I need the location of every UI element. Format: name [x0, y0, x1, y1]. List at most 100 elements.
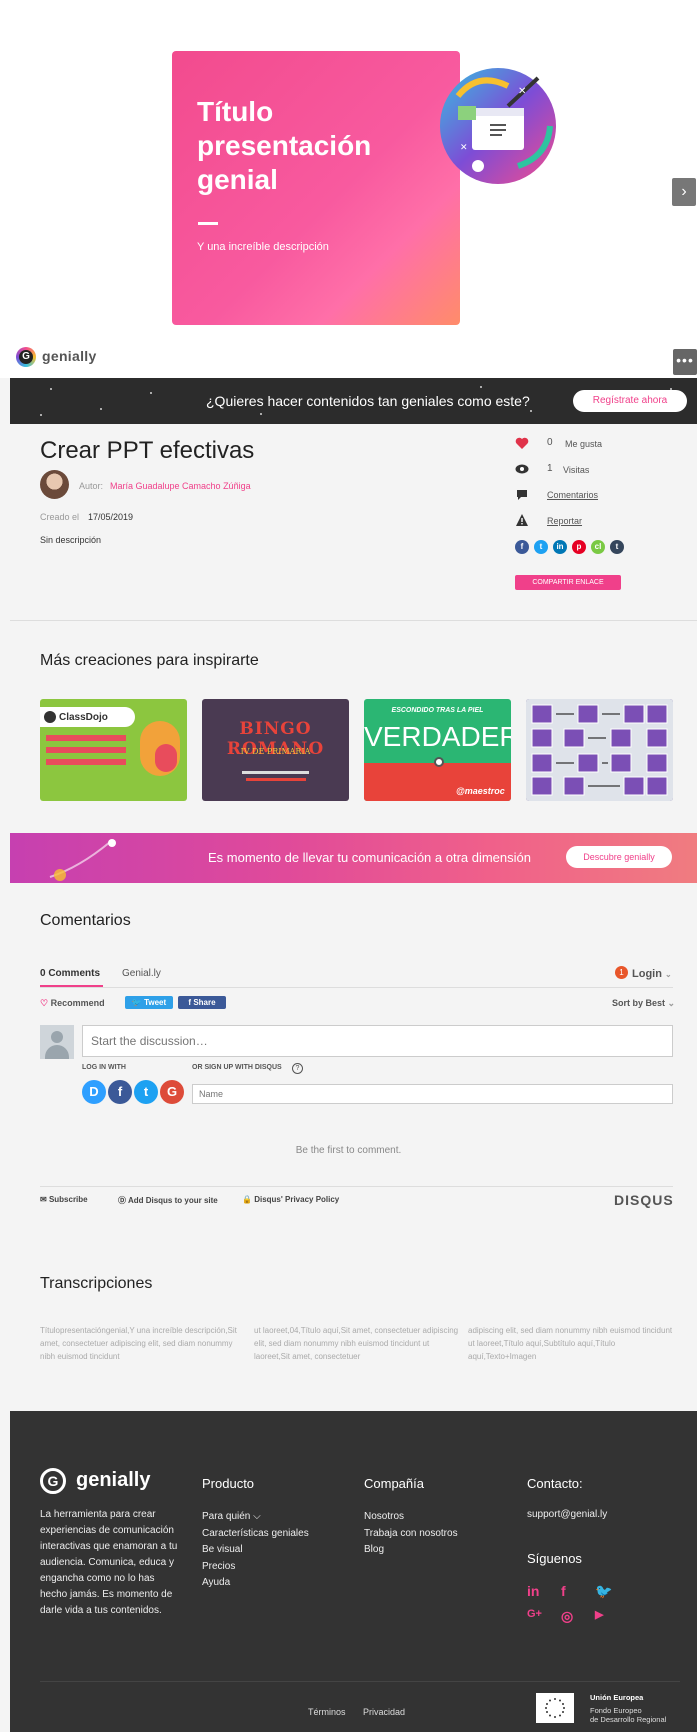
tweet-button[interactable]: 🐦 Tweet	[125, 996, 173, 1009]
footer-link[interactable]: Blog	[364, 1542, 458, 1559]
contact-email-link[interactable]: support@genial.ly	[527, 1509, 607, 1520]
help-icon[interactable]: ?	[292, 1063, 303, 1074]
google-plus-icon[interactable]: G+	[527, 1608, 561, 1625]
creation-thumbnail[interactable]	[526, 699, 673, 801]
footer-brand[interactable]: genially	[76, 1469, 150, 1492]
follow-heading: Síguenos	[527, 1551, 582, 1566]
subscribe-link[interactable]: ✉ Subscribe	[40, 1195, 88, 1204]
footer-link[interactable]: Be visual	[202, 1542, 309, 1559]
add-disqus-link[interactable]: Ⓓ Add Disqus to your site	[118, 1195, 218, 1206]
terms-link[interactable]: Términos	[308, 1707, 346, 1717]
more-options-button[interactable]: •••	[673, 349, 697, 375]
creation-thumbnail[interactable]: ClassDojo	[40, 699, 187, 801]
more-creations-title: Más creaciones para inspirarte	[40, 652, 259, 669]
created-date: 17/05/2019	[88, 512, 134, 522]
eu-fund-line: Fondo Europeo	[590, 1706, 642, 1715]
brand-name[interactable]: genially	[42, 348, 97, 364]
page-title: Crear PPT efectivas	[40, 437, 255, 464]
likes-count: 0	[547, 437, 553, 448]
linkedin-share-icon[interactable]: in	[553, 540, 567, 554]
slide-card: Título presentación genial Y una increíb…	[172, 51, 460, 325]
eu-title: Unión Europea	[590, 1693, 644, 1702]
tab-community[interactable]: Genial.ly	[122, 968, 161, 979]
tab-comments[interactable]: 0 Comments	[40, 968, 100, 979]
presentation-viewer: Título presentación genial Y una increíb…	[0, 0, 697, 338]
facebook-login-icon[interactable]: f	[108, 1080, 132, 1104]
twitter-icon[interactable]: 🐦	[595, 1583, 629, 1600]
report-link[interactable]: Reportar	[547, 516, 582, 526]
heart-outline-icon: ♡	[40, 998, 49, 1008]
disqus-login-icon[interactable]: D	[82, 1080, 106, 1104]
twitter-login-icon[interactable]: t	[134, 1080, 158, 1104]
signup-banner-text: ¿Quieres hacer contenidos tan geniales c…	[206, 393, 530, 409]
viewer-logo-bar: genially	[0, 338, 697, 378]
warning-icon[interactable]	[515, 513, 529, 527]
footer-link[interactable]: Para quién ⌵	[202, 1509, 309, 1526]
author-name-link[interactable]: María Guadalupe Camacho Zúñiga	[110, 481, 251, 491]
recommend-button[interactable]: ♡ Recommend	[40, 998, 105, 1009]
twitter-share-icon[interactable]: t	[534, 540, 548, 554]
author-avatar[interactable]	[40, 470, 69, 499]
twitter-icon: 🐦	[131, 998, 142, 1007]
tumblr-share-icon[interactable]: t	[610, 540, 624, 554]
signup-banner: ¿Quieres hacer contenidos tan geniales c…	[10, 378, 697, 424]
google-login-icon[interactable]: G	[160, 1080, 184, 1104]
footer-link[interactable]: Trabaja con nosotros	[364, 1526, 458, 1543]
follow-social-icons: in f 🐦 G+ ◎ ▶	[527, 1583, 629, 1625]
genially-logo-icon[interactable]	[16, 347, 36, 367]
footer-link[interactable]: Precios	[202, 1559, 309, 1576]
creation-thumbnail[interactable]: ESCONDIDO TRAS LA PIEL VERDADERO @maestr…	[364, 699, 511, 801]
signup-button[interactable]: Regístrate ahora	[573, 390, 687, 412]
slide-description: Y una increíble descripción	[197, 241, 329, 253]
pinterest-share-icon[interactable]: p	[572, 540, 586, 554]
privacy-policy-link[interactable]: 🔒 Disqus' Privacy Policy	[242, 1195, 339, 1204]
disqus-logo[interactable]: DISQUS	[614, 1192, 674, 1208]
add-disqus-label: Add Disqus to your site	[127, 1196, 218, 1205]
login-dropdown[interactable]: Login ⌄	[632, 968, 672, 980]
transcript-column: Títulopresentacióngenial,Y una increíble…	[40, 1326, 237, 1361]
thumbnail-subtitle: IV DE PRIMARIA	[240, 747, 311, 756]
thumbnail-handle: @maestroc	[456, 786, 505, 796]
name-field[interactable]	[192, 1084, 673, 1104]
notification-icon[interactable]: 1	[615, 966, 628, 979]
discover-button[interactable]: Descubre genially	[566, 846, 672, 868]
footer-link[interactable]: Características geniales	[202, 1526, 309, 1543]
footer-link[interactable]: Nosotros	[364, 1509, 458, 1526]
privacy-link[interactable]: Privacidad	[363, 1707, 405, 1717]
creation-thumbnail[interactable]: BINGO ROMANO IV DE PRIMARIA	[202, 699, 349, 801]
mail-icon: ✉	[40, 1195, 47, 1204]
facebook-share-button[interactable]: f Share	[178, 996, 226, 1009]
comments-title: Comentarios	[40, 912, 131, 929]
sort-dropdown[interactable]: Sort by Best ⌄	[612, 998, 675, 1009]
slide-divider	[198, 222, 218, 225]
visits-count: 1	[547, 463, 553, 474]
instagram-icon[interactable]: ◎	[561, 1608, 595, 1625]
login-label: Login	[632, 968, 662, 980]
sign-up-label: OR SIGN UP WITH DISQUS	[192, 1064, 282, 1071]
product-heading: Producto	[202, 1476, 255, 1491]
next-slide-button[interactable]: ›	[672, 178, 696, 206]
thumbnail-subtitle: ESCONDIDO TRAS LA PIEL	[391, 707, 484, 714]
youtube-icon[interactable]: ▶	[595, 1608, 629, 1625]
svg-text:✕: ✕	[460, 143, 468, 153]
lock-icon: 🔒	[242, 1195, 252, 1204]
comment-icon[interactable]	[515, 487, 529, 501]
slide-title: Título presentación genial	[197, 96, 372, 195]
likes-label: Me gusta	[565, 439, 603, 449]
discover-banner-text: Es momento de llevar tu comunicación a o…	[208, 850, 531, 865]
footer-link[interactable]: Ayuda	[202, 1575, 309, 1592]
transcript-column: adipiscing elit, sed diam nonummy nibh e…	[468, 1326, 673, 1361]
classroom-share-icon[interactable]: cl	[591, 540, 605, 554]
facebook-icon[interactable]: f	[561, 1583, 595, 1600]
eu-flag-icon	[536, 1693, 574, 1723]
heart-icon[interactable]	[515, 436, 529, 450]
genially-logo-icon[interactable]: G	[40, 1468, 66, 1494]
facebook-share-icon[interactable]: f	[515, 540, 529, 554]
comments-link[interactable]: Comentarios	[547, 490, 598, 500]
eye-icon	[515, 464, 529, 474]
share-link-button[interactable]: COMPARTIR ENLACE	[515, 575, 621, 590]
discussion-input[interactable]	[82, 1025, 673, 1057]
footer-divider	[40, 1681, 680, 1682]
linkedin-icon[interactable]: in	[527, 1583, 561, 1600]
contact-heading: Contacto:	[527, 1476, 583, 1491]
